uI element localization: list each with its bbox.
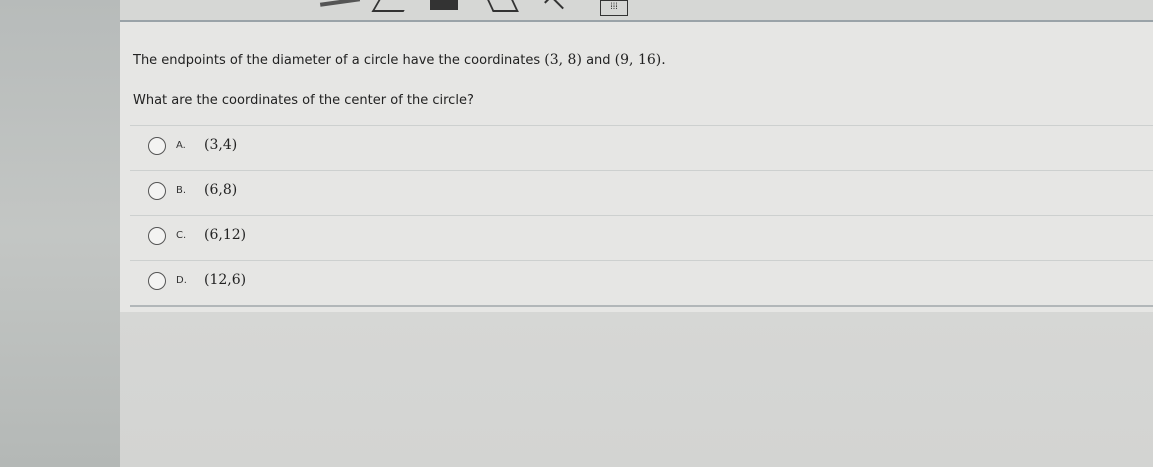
choice-value: (6,8) [204, 182, 238, 198]
question-prompt: What are the coordinates of the center o… [133, 93, 474, 108]
point-b: (9, 16). [614, 52, 666, 68]
choice-b[interactable]: B. (6,8) [130, 170, 1153, 215]
math-toolbar: ⁞⁞⁞ [120, 0, 1153, 22]
question-line1: The endpoints of the diameter of a circl… [133, 53, 541, 68]
choice-c[interactable]: C. (6,12) [130, 215, 1153, 260]
radio-button[interactable] [148, 227, 166, 245]
question-panel: The endpoints of the diameter of a circl… [120, 22, 1153, 312]
choice-letter: C. [176, 230, 187, 241]
choice-value: (12,6) [204, 272, 247, 288]
screen: ⁞⁞⁞ The endpoints of the diameter of a c… [0, 0, 1153, 467]
line-tool-icon[interactable] [319, 0, 361, 7]
radio-button[interactable] [148, 137, 166, 155]
radio-button[interactable] [148, 182, 166, 200]
angle-tool-icon[interactable] [371, 0, 411, 12]
answer-choices: A. (3,4) B. (6,8) C. (6,12) D. (12,6) [130, 125, 1153, 307]
keypad-icon[interactable]: ⁞⁞⁞ [600, 0, 628, 16]
shape-tool-icon[interactable] [487, 0, 519, 12]
segment-tool-icon[interactable] [430, 0, 458, 10]
choice-letter: D. [176, 275, 187, 286]
chevron-tool-icon[interactable] [544, 0, 564, 15]
choice-letter: B. [176, 185, 187, 196]
choice-a[interactable]: A. (3,4) [130, 125, 1153, 170]
question-text: The endpoints of the diameter of a circl… [133, 52, 666, 68]
choice-d[interactable]: D. (12,6) [130, 260, 1153, 307]
empty-area [120, 312, 1153, 467]
point-a: (3, 8) [544, 52, 582, 68]
and-word: and [586, 53, 611, 68]
choice-value: (3,4) [204, 137, 238, 153]
radio-button[interactable] [148, 272, 166, 290]
choice-letter: A. [176, 140, 186, 151]
left-margin [0, 0, 120, 467]
choice-value: (6,12) [204, 227, 247, 243]
